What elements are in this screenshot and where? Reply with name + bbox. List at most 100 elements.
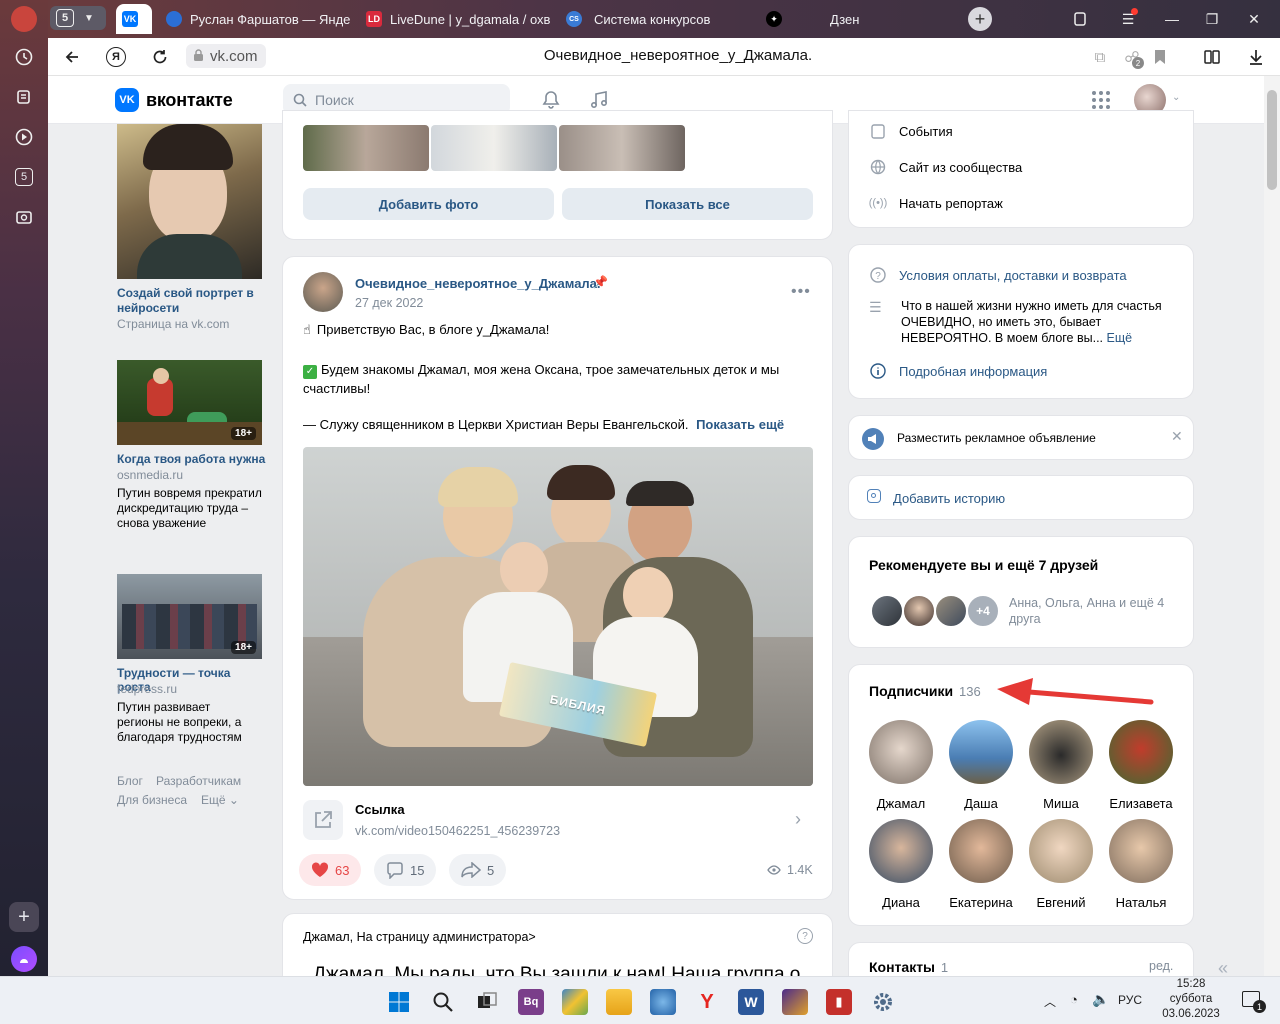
back-button[interactable] [60, 45, 84, 69]
download-icon[interactable] [1244, 45, 1268, 69]
task-view-icon[interactable] [474, 989, 500, 1015]
bookmark-icon[interactable] [1148, 45, 1172, 69]
post-menu-icon[interactable]: ••• [791, 283, 811, 301]
translate-icon[interactable]: ⧉ [1088, 45, 1112, 69]
subscriber[interactable]: Евгений [1021, 819, 1101, 910]
ad-title[interactable]: Создай свой портрет в нейросети [117, 286, 262, 316]
music-icon[interactable] [587, 88, 611, 112]
action-live[interactable]: ((•)) Начать репортаж [869, 194, 1003, 212]
tab-manager-icon[interactable] [1068, 8, 1092, 30]
chevron-right-icon[interactable]: › [795, 809, 801, 830]
footer-link-blog[interactable]: Блог [117, 774, 143, 788]
video-icon[interactable] [12, 125, 36, 149]
ad-image-portrait[interactable] [117, 124, 262, 279]
notifications-bell-icon[interactable] [539, 88, 563, 112]
subscribers-title[interactable]: Подписчики 136 [869, 683, 981, 699]
tab-dzen[interactable]: ✦ Дзен [760, 4, 950, 34]
app-pen-icon[interactable] [782, 989, 808, 1015]
action-site[interactable]: Сайт из сообщества [869, 158, 1022, 176]
friend-avatar[interactable] [902, 594, 936, 628]
contacts-title[interactable]: Контакты 1 [869, 959, 948, 975]
subscriber[interactable]: Елизавета [1101, 720, 1181, 811]
post-date[interactable]: 27 дек 2022 [355, 296, 423, 310]
word-icon[interactable]: W [738, 989, 764, 1015]
share-button[interactable]: 5 [449, 854, 507, 886]
wifi-icon[interactable]: ◔ [1070, 992, 1078, 1007]
reader-icon[interactable] [1200, 45, 1224, 69]
friend-avatar[interactable] [870, 594, 904, 628]
new-tab-button[interactable]: + [968, 7, 992, 31]
contacts-edit-link[interactable]: ред. [1149, 959, 1173, 973]
clock[interactable]: 15:28 суббота 03.06.2023 [1158, 977, 1224, 1022]
file-explorer-icon[interactable] [606, 989, 632, 1015]
app-stack-icon[interactable] [562, 989, 588, 1015]
reload-button[interactable] [148, 45, 172, 69]
app-magnifier-icon[interactable] [650, 989, 676, 1015]
scrollbar-thumb[interactable] [1267, 90, 1277, 190]
apps-grid-icon[interactable] [1089, 88, 1113, 112]
profile-avatar[interactable] [11, 6, 37, 32]
screenshot-icon[interactable] [12, 205, 36, 229]
footer-link-more[interactable]: Ещё ⌄ [201, 793, 239, 807]
subscriber[interactable]: Даша [941, 720, 1021, 811]
add-panel-icon[interactable]: + [9, 902, 39, 932]
start-button-icon[interactable] [386, 989, 412, 1015]
menu-icon[interactable]: ☰ [1116, 8, 1140, 30]
history-icon[interactable] [12, 45, 36, 69]
close-window-button[interactable]: ✕ [1242, 8, 1266, 30]
footer-link-dev[interactable]: Разработчикам [156, 774, 241, 788]
ad-image-crowd[interactable]: 18+ [117, 574, 262, 659]
minimize-button[interactable]: — [1160, 8, 1184, 30]
vk-logo[interactable]: VK вконтакте [115, 88, 233, 112]
details-link[interactable]: Подробная информация [869, 362, 1047, 380]
post-author-avatar[interactable] [303, 272, 343, 312]
settings-gear-icon[interactable] [870, 989, 896, 1015]
like-button[interactable]: 63 [299, 854, 362, 886]
subscriber[interactable]: Наталья [1101, 819, 1181, 910]
help-icon[interactable]: ? [797, 928, 813, 944]
post-author[interactable]: Очевидное_невероятное_у_Джамала. [355, 276, 601, 291]
scrollbar[interactable] [1264, 76, 1280, 976]
external-link-icon[interactable] [303, 800, 343, 840]
footer-link-business[interactable]: Для бизнеса [117, 793, 187, 807]
terms-link[interactable]: ? Условия оплаты, доставки и возврата [869, 266, 1127, 284]
show-more-link[interactable]: Показать ещё [696, 417, 784, 432]
close-icon[interactable]: ✕ [1171, 428, 1183, 445]
tab-yandex[interactable]: Руслан Фаршатов — Янде [160, 4, 350, 34]
volume-icon[interactable]: 🔈 [1092, 991, 1109, 1008]
ad-image-boy[interactable]: 18+ [117, 360, 262, 445]
tab-livedune[interactable]: LD LiveDune | y_dgamala / охв [360, 4, 550, 34]
post-photo[interactable]: БИБЛИЯ [303, 447, 813, 786]
friend-avatar[interactable] [934, 594, 968, 628]
subscriber[interactable]: Диана [861, 819, 941, 910]
tab-contests[interactable]: CS Система конкурсов [560, 4, 750, 34]
yandex-home-button[interactable]: Я [104, 45, 128, 69]
subscriber[interactable]: Екатерина [941, 819, 1021, 910]
album-photo[interactable] [559, 125, 685, 171]
app-bq-icon[interactable]: Bq [518, 989, 544, 1015]
link-url[interactable]: vk.com/video150462251_456239723 [355, 824, 560, 838]
more-friends-badge[interactable]: +4 [966, 594, 1000, 628]
language-indicator[interactable]: РУС [1118, 993, 1142, 1007]
next-post-header[interactable]: Джамал, На страницу администратора> [303, 930, 536, 944]
add-story-link[interactable]: Добавить историю [893, 491, 1005, 506]
protect-icon[interactable]: ☍ 2 [1120, 45, 1144, 69]
show-all-photos-button[interactable]: Показать все [562, 188, 813, 220]
alice-icon[interactable] [11, 946, 37, 972]
ad-title[interactable]: Когда твоя работа нужна [117, 452, 265, 466]
tab-group-button[interactable]: 5 ▼ [50, 6, 106, 30]
link-title[interactable]: Ссылка [355, 802, 405, 817]
description-more-link[interactable]: Ещё [1107, 331, 1133, 345]
subscriber[interactable]: Джамал [861, 720, 941, 811]
album-photo[interactable] [431, 125, 557, 171]
chevron-down-icon[interactable]: ⌄ [1172, 92, 1180, 103]
action-events[interactable]: События [869, 122, 953, 140]
yandex-browser-icon[interactable]: Y [694, 989, 720, 1015]
notifications-icon[interactable]: 1 [1242, 991, 1266, 1013]
place-ad-link[interactable]: Разместить рекламное объявление [897, 431, 1096, 445]
album-photo[interactable] [303, 125, 429, 171]
subscriber[interactable]: Миша [1021, 720, 1101, 811]
comment-button[interactable]: 15 [374, 854, 437, 886]
restore-button[interactable]: ❐ [1200, 8, 1224, 30]
app-red-icon[interactable]: ▮ [826, 989, 852, 1015]
